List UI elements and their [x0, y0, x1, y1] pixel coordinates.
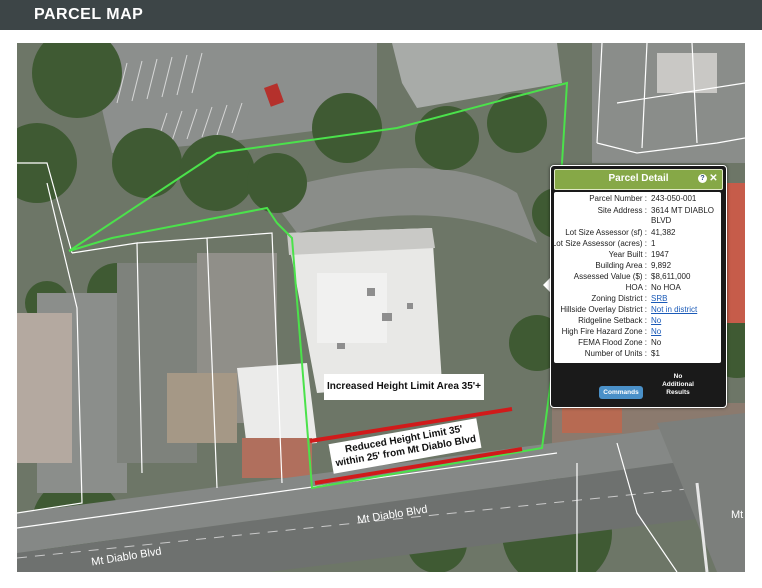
- detail-label: Assessed Value ($) :: [573, 272, 647, 281]
- header-bar: PARCEL MAP: [0, 0, 762, 30]
- detail-label: FEMA Flood Zone :: [578, 338, 647, 347]
- detail-label: Ridgeline Setback :: [578, 316, 647, 325]
- high-fire-hazard-link[interactable]: No: [651, 327, 661, 336]
- detail-row-building-area: Building Area : 9,892: [554, 261, 721, 272]
- parcel-map[interactable]: Increased Height Limit Area 35'+ Reduced…: [17, 43, 745, 572]
- popup-details: Parcel Number : 243-050-001 Site Address…: [551, 192, 721, 363]
- detail-row-zoning-district: Zoning District : SRB: [554, 294, 721, 305]
- detail-row-site-address: Site Address : 3614 MT DIABLO BLVD: [554, 206, 721, 227]
- detail-label: Zoning District :: [591, 294, 647, 303]
- detail-value: 1947: [651, 250, 669, 259]
- detail-value: 1: [651, 239, 656, 248]
- detail-label: Year Built :: [608, 250, 647, 259]
- detail-label: Site Address :: [597, 206, 647, 215]
- detail-label: Number of Units :: [584, 349, 647, 358]
- detail-value: 9,892: [651, 261, 672, 270]
- detail-label: High Fire Hazard Zone :: [561, 327, 647, 336]
- popup-header: Parcel Detail ? ✕: [554, 169, 723, 190]
- detail-row-ridgeline-setback: Ridgeline Setback : No: [554, 316, 721, 327]
- detail-row-lot-size-acres: Lot Size Assessor (acres) : 1: [551, 239, 721, 250]
- detail-value: No HOA: [651, 283, 681, 292]
- detail-value: $8,611,000: [651, 272, 691, 281]
- detail-row-assessed-value: Assessed Value ($) : $8,611,000: [554, 272, 721, 283]
- detail-value: No: [651, 338, 662, 347]
- detail-value: 41,382: [651, 228, 676, 237]
- detail-row-lot-size-sf: Lot Size Assessor (sf) : 41,382: [554, 228, 721, 239]
- info-icon[interactable]: ?: [698, 174, 707, 183]
- detail-row-parcel-number: Parcel Number : 243-050-001: [554, 194, 721, 205]
- detail-label: HOA :: [625, 283, 647, 292]
- ridgeline-setback-link[interactable]: No: [651, 316, 661, 325]
- commands-button[interactable]: Commands: [599, 386, 643, 399]
- popup-footer: Commands No Additional Results: [554, 369, 721, 402]
- detail-value-cont: BLVD: [651, 216, 672, 225]
- detail-label: Parcel Number :: [589, 194, 647, 203]
- detail-value: $1: [651, 349, 660, 358]
- hillside-overlay-link[interactable]: Not in district: [651, 305, 697, 314]
- close-icon[interactable]: ✕: [709, 174, 718, 184]
- detail-value: 3614 MT DIABLO: [651, 206, 714, 215]
- detail-label: Lot Size Assessor (sf) :: [565, 228, 647, 237]
- page-title: PARCEL MAP: [34, 6, 144, 23]
- detail-label: Building Area :: [595, 261, 647, 270]
- detail-label: Lot Size Assessor (acres) :: [551, 239, 647, 248]
- increased-height-label: Increased Height Limit Area 35'+: [324, 374, 484, 400]
- detail-row-hoa: HOA : No HOA: [554, 283, 721, 294]
- zoning-district-link[interactable]: SRB: [651, 294, 667, 303]
- detail-label: Hillside Overlay District :: [560, 305, 647, 314]
- detail-row-hillside-overlay: Hillside Overlay District : Not in distr…: [554, 305, 721, 316]
- detail-value: 243-050-001: [651, 194, 697, 203]
- no-additional-results: No Additional Results: [662, 373, 694, 396]
- detail-row-high-fire-hazard: High Fire Hazard Zone : No: [554, 327, 721, 338]
- detail-row-number-of-units: Number of Units : $1: [554, 349, 721, 360]
- popup-title: Parcel Detail: [608, 173, 669, 184]
- road-label-mt-east: Mt: [731, 509, 744, 521]
- detail-row-year-built: Year Built : 1947: [554, 250, 721, 261]
- detail-row-fema-flood: FEMA Flood Zone : No: [554, 338, 721, 349]
- parcel-detail-popup: Parcel Detail ? ✕ Parcel Number : 243-05…: [550, 165, 727, 408]
